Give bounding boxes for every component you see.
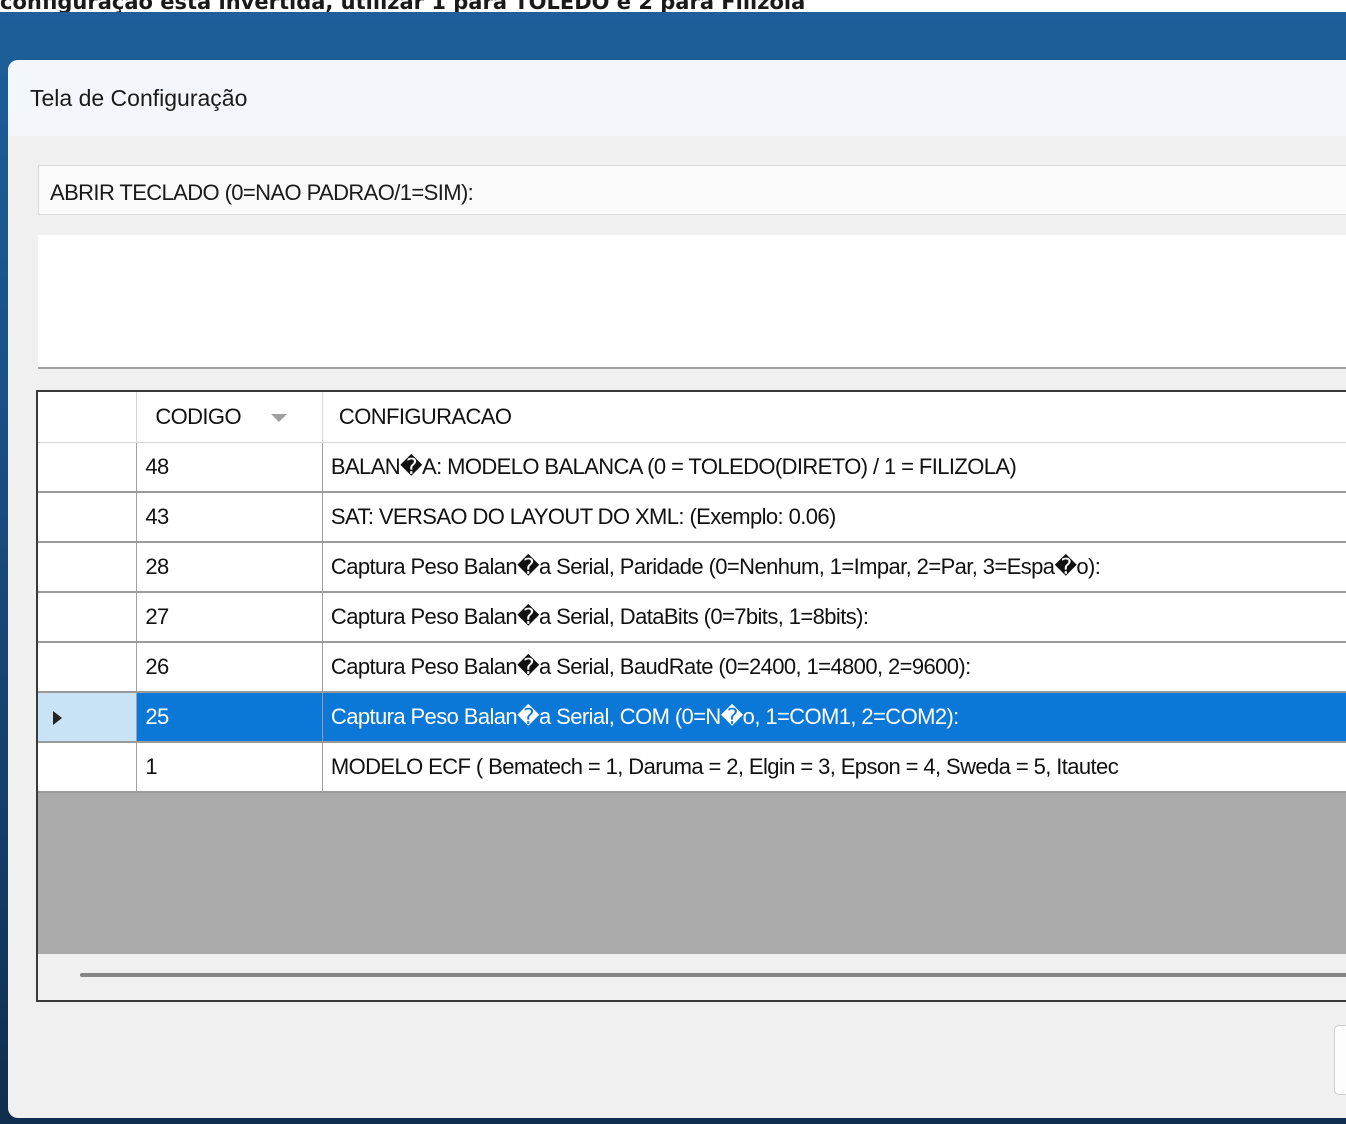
caption-text: configuração está invertida, utilizar 1 … [0,0,806,12]
row-indicator-header [38,392,138,443]
table-row[interactable]: 43 SAT: VERSAO DO LAYOUT DO XML: (Exempl… [38,492,1346,543]
horizontal-scrollbar[interactable] [38,954,1346,1000]
cell-codigo[interactable]: 27 [136,592,323,643]
row-indicator[interactable] [38,542,138,593]
row-indicator[interactable] [38,692,138,743]
config-value-memo[interactable] [38,235,1346,369]
cell-codigo[interactable]: 43 [136,492,323,543]
column-header-codigo[interactable]: CODIGO [136,392,323,443]
window-title: Tela de Configuração [30,85,248,111]
row-indicator[interactable] [38,742,138,793]
window-titlebar[interactable]: Tela de Configuração [8,60,1346,136]
row-indicator[interactable] [38,442,138,493]
column-header-configuracao-label: CONFIGURACAO [338,403,512,429]
grid-header-row: CODIGO CONFIGURACAO [38,392,1346,443]
cell-configuracao[interactable]: BALAN�A: MODELO BALANCA (0 = TOLEDO(DIRE… [322,442,1346,493]
cell-configuracao[interactable]: Captura Peso Balan�a Serial, COM (0=N�o,… [322,692,1346,743]
table-row[interactable]: 27 Captura Peso Balan�a Serial, DataBits… [38,592,1346,643]
table-row[interactable]: 1 MODELO ECF ( Bematech = 1, Daruma = 2,… [38,742,1346,793]
cell-codigo[interactable]: 48 [136,442,323,493]
config-description-label: ABRIR TECLADO (0=NAO PADRAO/1=SIM): [38,165,1346,215]
column-header-configuracao[interactable]: CONFIGURACAO [322,392,1346,443]
row-indicator[interactable] [38,492,138,543]
config-table: CODIGO CONFIGURACAO 48 BALAN�A: MODELO B… [38,392,1346,793]
column-header-codigo-label: CODIGO [155,403,241,429]
table-row-selected[interactable]: 25 Captura Peso Balan�a Serial, COM (0=N… [38,692,1346,743]
row-indicator[interactable] [38,592,138,643]
cell-codigo[interactable]: 25 [136,692,323,743]
configuration-window: Tela de Configuração ABRIR TECLADO (0=NA… [8,60,1346,1118]
table-row[interactable]: 48 BALAN�A: MODELO BALANCA (0 = TOLEDO(D… [38,442,1346,493]
cell-codigo[interactable]: 1 [136,742,323,793]
cell-configuracao[interactable]: Captura Peso Balan�a Serial, BaudRate (0… [322,642,1346,693]
cell-configuracao[interactable]: SAT: VERSAO DO LAYOUT DO XML: (Exemplo: … [322,492,1346,543]
cell-codigo[interactable]: 26 [136,642,323,693]
table-row[interactable]: 28 Captura Peso Balan�a Serial, Paridade… [38,542,1346,593]
cell-codigo[interactable]: 28 [136,542,323,593]
current-row-arrow-icon [53,711,62,725]
dialog-button[interactable] [1334,1025,1346,1095]
cell-configuracao[interactable]: Captura Peso Balan�a Serial, Paridade (0… [322,542,1346,593]
row-indicator[interactable] [38,642,138,693]
horizontal-scrollbar-thumb[interactable] [80,973,1346,977]
config-grid[interactable]: CODIGO CONFIGURACAO 48 BALAN�A: MODELO B… [36,390,1346,1002]
cell-configuracao[interactable]: Captura Peso Balan�a Serial, DataBits (0… [322,592,1346,643]
cell-configuracao[interactable]: MODELO ECF ( Bematech = 1, Daruma = 2, E… [322,742,1346,793]
table-row[interactable]: 26 Captura Peso Balan�a Serial, BaudRate… [38,642,1346,693]
sort-descending-icon [270,413,287,422]
